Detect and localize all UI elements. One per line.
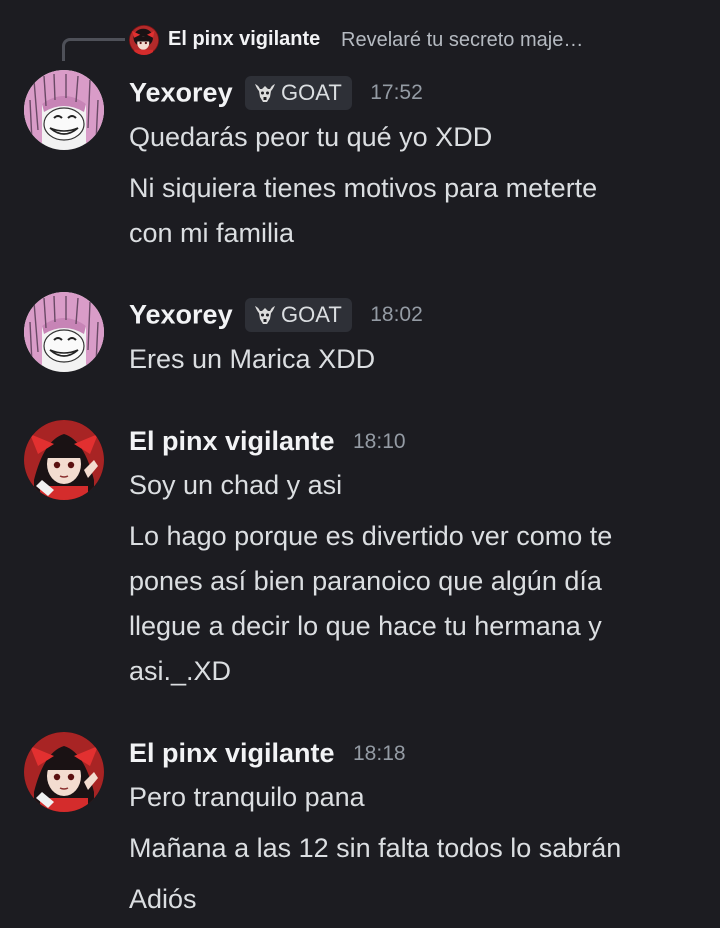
reply-preview[interactable]: El pinx vigilante Revelaré tu secreto ma… [0, 22, 720, 61]
author-name[interactable]: Yexorey [129, 78, 233, 108]
timestamp[interactable]: 18:02 [370, 303, 423, 326]
message-header: El pinx vigilante 18:18 [129, 738, 406, 769]
message-line: Ni siquiera tienes motivos para meterte [129, 173, 598, 203]
server-tag-label: GOAT [281, 80, 342, 105]
message-line: con mi familia [129, 218, 295, 248]
author-name[interactable]: Yexorey [129, 300, 233, 330]
message-line: asi._.XD [129, 656, 232, 686]
timestamp[interactable]: 18:18 [353, 742, 406, 765]
avatar[interactable] [24, 292, 104, 372]
message-line: pones así bien paranoico que algún día [129, 566, 602, 596]
message-line: Quedarás peor tu qué yo XDD [129, 122, 493, 152]
author-name[interactable]: El pinx vigilante [129, 426, 335, 456]
avatar[interactable] [24, 420, 104, 500]
message-header: Yexorey GOAT 18:02 [129, 298, 423, 332]
message-line: Eres un Marica XDD [129, 344, 376, 374]
message-header: El pinx vigilante 18:10 [129, 426, 406, 457]
pink-hair-avatar-icon [24, 292, 104, 372]
shrine-maiden-avatar-icon [24, 420, 104, 500]
reply-author[interactable]: El pinx vigilante [168, 28, 320, 51]
goat-icon [255, 83, 276, 102]
chat-log: El pinx vigilante Revelaré tu secreto ma… [0, 0, 720, 928]
avatar[interactable] [24, 70, 104, 150]
shrine-maiden-avatar-icon [24, 732, 104, 812]
message-line: Lo hago porque es divertido ver como te [129, 521, 613, 551]
message-line: Mañana a las 12 sin falta todos lo sabrá… [129, 833, 622, 863]
message-line: Soy un chad y asi [129, 470, 343, 500]
message-line: Adiós [129, 884, 197, 914]
reply-connector [62, 38, 125, 61]
author-name[interactable]: El pinx vigilante [129, 738, 335, 768]
message-header: Yexorey GOAT 17:52 [129, 76, 423, 110]
server-tag[interactable]: GOAT [245, 298, 352, 332]
reply-text[interactable]: Revelaré tu secreto maje… [341, 29, 583, 52]
message-line: Pero tranquilo pana [129, 782, 365, 812]
message-line: llegue a decir lo que hace tu hermana y [129, 611, 602, 641]
pink-hair-avatar-icon [24, 70, 104, 150]
timestamp[interactable]: 17:52 [370, 81, 423, 104]
timestamp[interactable]: 18:10 [353, 430, 406, 453]
server-tag-label: GOAT [281, 302, 342, 327]
avatar[interactable] [24, 732, 104, 812]
reply-avatar[interactable] [129, 25, 159, 55]
server-tag[interactable]: GOAT [245, 76, 352, 110]
goat-icon [255, 305, 276, 324]
